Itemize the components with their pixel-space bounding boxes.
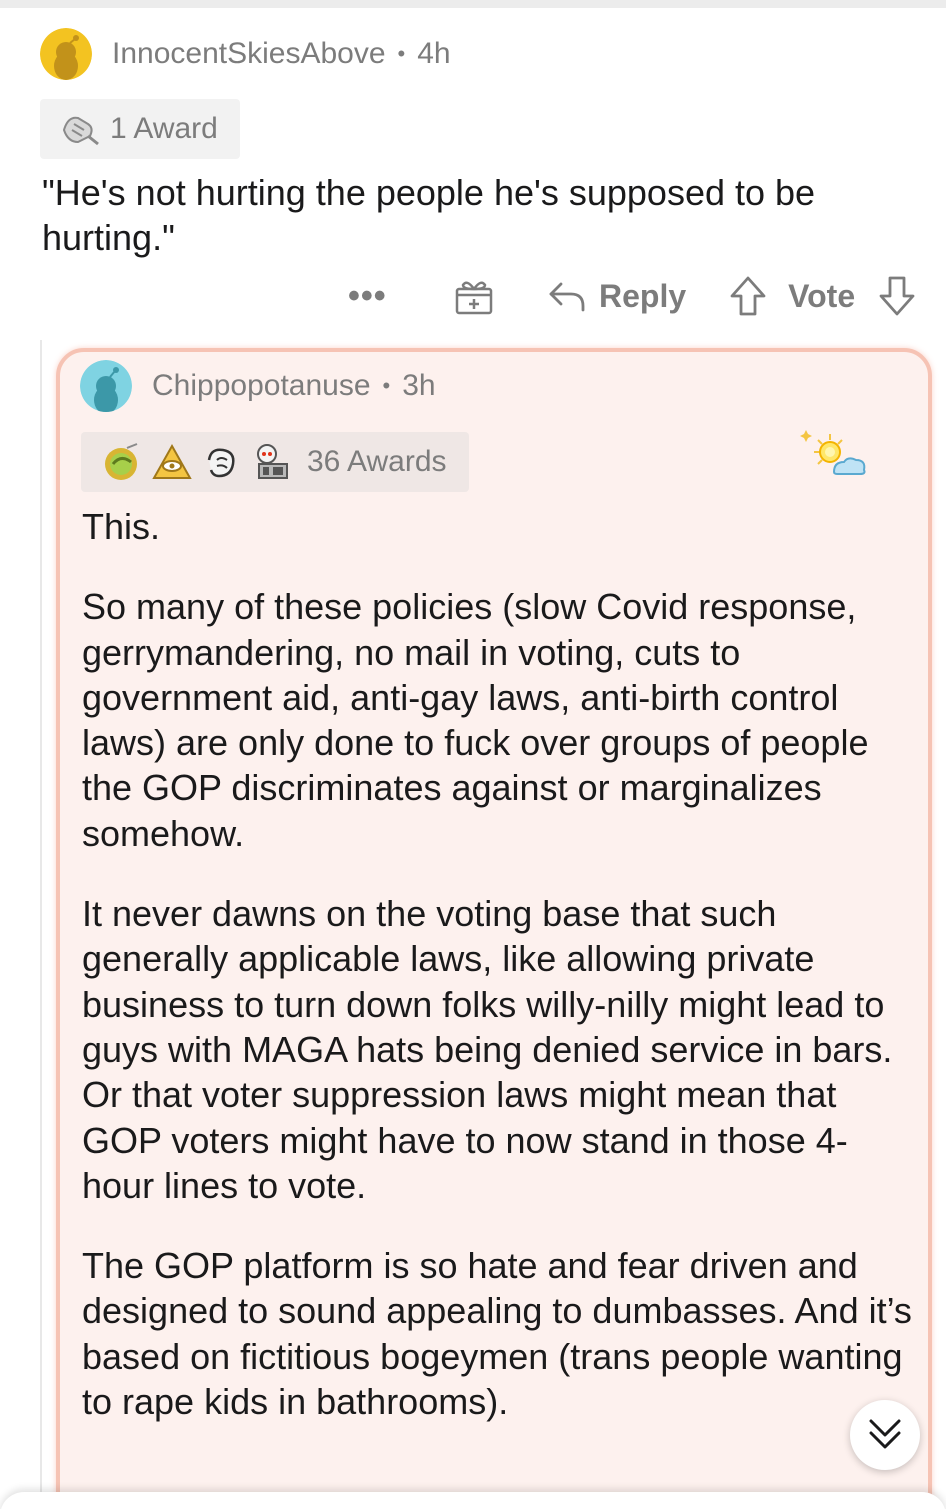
more-options-button[interactable]: ••• [348, 279, 398, 313]
vote-control: Vote [728, 274, 917, 318]
gift-award-icon[interactable] [453, 275, 495, 317]
wholesome-award-icon [62, 116, 99, 146]
snoo-avatar-icon [40, 28, 92, 80]
top-strip [0, 0, 946, 8]
avatar[interactable] [40, 28, 92, 80]
timestamp: 4h [417, 37, 451, 70]
snoo-avatar-icon [80, 360, 132, 412]
reply-paragraph: It never dawns on the voting base that s… [82, 893, 893, 1206]
award-badge[interactable]: 1 Award [40, 99, 240, 159]
reply-comment-header: Chippopotanuse • 3h [80, 360, 436, 412]
downvote-arrow-icon[interactable] [877, 274, 917, 318]
thread-line[interactable] [40, 340, 42, 1509]
timestamp: 3h [402, 369, 436, 402]
scroll-next-button[interactable] [850, 1400, 920, 1470]
username[interactable]: Chippopotanuse [152, 369, 371, 403]
comment-body: "He's not hurting the people he's suppos… [42, 172, 816, 258]
helpful-award-icon [105, 443, 138, 480]
robot-award-icon [257, 444, 288, 479]
reply-paragraph: So many of these policies (slow Covid re… [82, 586, 869, 854]
avatar[interactable] [80, 360, 132, 412]
reply-paragraph: The GOP platform is so hate and fear dri… [82, 1245, 912, 1423]
upvote-arrow-icon[interactable] [728, 274, 768, 318]
award-count: 1 Award [110, 112, 218, 145]
sunny-weather-icon [800, 430, 866, 475]
reply-body: This. So many of these policies (slow Co… [82, 504, 918, 1459]
double-chevron-down-icon [869, 1419, 901, 1449]
meta-separator: • [382, 373, 391, 398]
reply-label: Reply [599, 277, 687, 314]
reply-arrow-icon [549, 282, 585, 312]
username[interactable]: InnocentSkiesAbove [112, 37, 386, 71]
meta-separator: • [397, 41, 406, 66]
reply-paragraph: This. [82, 506, 161, 547]
parent-comment-header: InnocentSkiesAbove • 4h [40, 28, 451, 80]
facepalm-award-icon [207, 448, 235, 478]
award-badge[interactable]: 36 Awards [81, 432, 469, 492]
comment-actions: ••• Reply Vote [340, 268, 920, 324]
reply-button[interactable]: Reply [547, 278, 686, 315]
bottom-sheet[interactable] [0, 1492, 946, 1509]
award-count: 36 Awards [307, 445, 447, 478]
illuminati-award-icon [152, 443, 192, 479]
vote-label: Vote [788, 277, 856, 314]
